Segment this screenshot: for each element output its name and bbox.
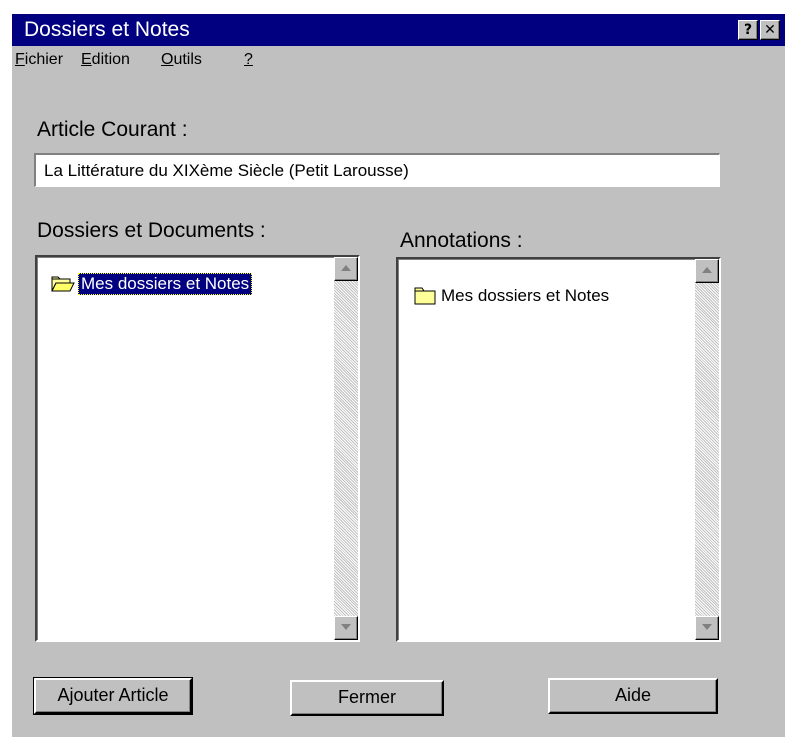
window-title: Dossiers et Notes bbox=[24, 18, 190, 41]
folders-label: Dossiers et Documents : bbox=[37, 219, 266, 242]
menu-outils[interactable]: Outils bbox=[161, 50, 202, 70]
add-article-button[interactable]: Ajouter Article bbox=[33, 677, 193, 715]
arrow-down-icon bbox=[341, 624, 351, 630]
help-dialog-button[interactable]: Aide bbox=[548, 678, 718, 714]
article-label: Article Courant : bbox=[37, 118, 188, 141]
annotations-scroll-down-button[interactable] bbox=[695, 616, 719, 640]
annotations-scroll-up-button[interactable] bbox=[695, 259, 719, 283]
arrow-up-icon bbox=[702, 267, 712, 273]
close-button[interactable]: ✕ bbox=[760, 20, 780, 40]
annotations-scrollbar[interactable] bbox=[695, 259, 719, 640]
menu-edition[interactable]: Edition bbox=[81, 50, 130, 70]
folders-list[interactable]: Mes dossiers et Notes bbox=[35, 255, 360, 642]
folders-scrollbar[interactable] bbox=[334, 257, 358, 640]
menu-fichier[interactable]: Fichier bbox=[15, 50, 63, 70]
folder-tree-item-label: Mes dossiers et Notes bbox=[78, 273, 253, 295]
help-button[interactable]: ? bbox=[738, 20, 758, 40]
folders-scroll-down-button[interactable] bbox=[334, 616, 358, 640]
dialog-window: Dossiers et Notes ? ✕ Fichier Edition Ou… bbox=[12, 14, 785, 737]
annotations-label: Annotations : bbox=[400, 229, 523, 252]
annotation-tree-item-label: Mes dossiers et Notes bbox=[441, 286, 610, 305]
title-bar[interactable]: Dossiers et Notes ? ✕ bbox=[12, 14, 785, 46]
open-folder-icon bbox=[51, 276, 75, 292]
arrow-up-icon bbox=[341, 265, 351, 271]
folders-scroll-up-button[interactable] bbox=[334, 257, 358, 281]
arrow-down-icon bbox=[702, 624, 712, 630]
close-dialog-button[interactable]: Fermer bbox=[290, 680, 444, 716]
article-field[interactable] bbox=[34, 153, 720, 187]
menu-help[interactable]: ? bbox=[244, 50, 253, 70]
annotations-list[interactable]: Mes dossiers et Notes bbox=[396, 257, 721, 642]
folder-icon bbox=[414, 287, 436, 305]
menu-bar: Fichier Edition Outils ? bbox=[12, 46, 785, 74]
